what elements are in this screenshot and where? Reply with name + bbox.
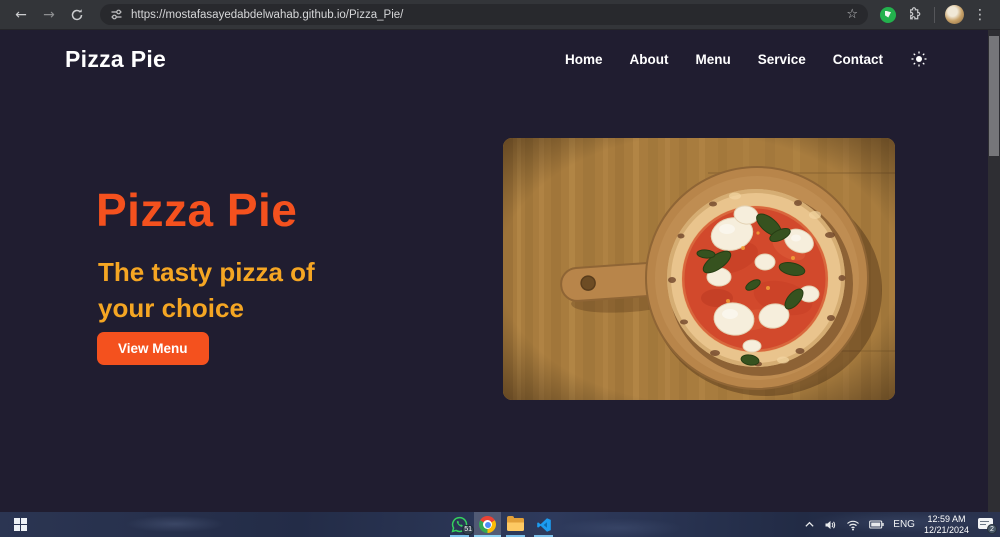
battery-button[interactable]: [869, 519, 884, 530]
site-header: Pizza Pie Home About Menu Service Contac…: [0, 30, 988, 88]
clock-date: 12/21/2024: [923, 524, 969, 535]
hero-title: Pizza Pie: [96, 184, 298, 236]
nav-item-home[interactable]: Home: [565, 52, 603, 67]
notification-badge: 2: [987, 523, 997, 534]
hero-pizza-image: [503, 138, 895, 400]
system-tray: ENG 12:59 AM 12/21/2024 2: [804, 512, 997, 537]
windows-taskbar: 51 ENG 12:59 AM 12/21/2024 2: [0, 512, 1000, 537]
pizza-illustration: [503, 138, 895, 400]
nav-item-menu[interactable]: Menu: [695, 52, 730, 67]
chevron-up-icon: [805, 521, 814, 527]
reload-icon: [71, 8, 83, 20]
main-nav: Home About Menu Service Contact: [565, 50, 928, 68]
volume-button[interactable]: [824, 519, 837, 531]
tray-expand-button[interactable]: [804, 519, 815, 530]
start-button[interactable]: [6, 512, 34, 537]
extension-icon[interactable]: [880, 6, 896, 23]
forward-icon: →: [43, 6, 55, 23]
taskbar-chrome[interactable]: [474, 512, 501, 537]
volume-icon: [825, 520, 836, 529]
forward-button[interactable]: →: [38, 4, 60, 26]
nav-item-contact[interactable]: Contact: [833, 52, 883, 67]
bookmark-star-icon[interactable]: ☆: [846, 7, 858, 22]
browser-menu-button[interactable]: ⋮: [970, 7, 990, 23]
site-logo[interactable]: Pizza Pie: [65, 46, 166, 73]
nav-item-service[interactable]: Service: [758, 52, 806, 67]
extensions-puzzle-button[interactable]: [902, 4, 924, 26]
taskbar-clock[interactable]: 12:59 AM 12/21/2024: [924, 514, 969, 535]
whatsapp-badge: 51: [462, 525, 474, 535]
taskbar-vscode[interactable]: [530, 512, 557, 537]
file-explorer-icon: [507, 516, 524, 531]
site-info-icon[interactable]: [110, 8, 123, 21]
theme-toggle-button[interactable]: [910, 50, 928, 68]
network-button[interactable]: [846, 519, 860, 531]
clock-time: 12:59 AM: [927, 514, 966, 524]
vscode-icon: [536, 517, 551, 532]
windows-logo-icon: [13, 518, 27, 531]
hero-subtitle: The tasty pizza of your choice: [98, 257, 315, 323]
sun-icon: [911, 51, 927, 67]
view-menu-button[interactable]: View Menu: [97, 332, 209, 365]
taskbar-file-explorer[interactable]: [502, 512, 529, 537]
screen: { "browser": { "url": "https://mostafasa…: [0, 0, 1000, 537]
url-text[interactable]: https://mostafasayedabdelwahab.github.io…: [131, 9, 838, 21]
url-bar[interactable]: https://mostafasayedabdelwahab.github.io…: [100, 4, 868, 25]
taskbar-whatsapp[interactable]: 51: [446, 512, 474, 537]
page-scrollbar[interactable]: [988, 30, 1000, 512]
browser-toolbar: ← → https://mostafasayedabdelwahab.githu…: [0, 0, 1000, 30]
scrollbar-thumb[interactable]: [989, 36, 999, 156]
action-center-button[interactable]: 2: [978, 517, 997, 534]
back-icon: ←: [15, 6, 27, 23]
extensions-puzzle-icon: [909, 7, 920, 20]
reload-button[interactable]: [66, 4, 88, 26]
chrome-icon: [479, 516, 496, 533]
profile-avatar[interactable]: [945, 5, 964, 24]
back-button[interactable]: ←: [10, 4, 32, 26]
language-indicator[interactable]: ENG: [893, 519, 915, 530]
wifi-icon: [847, 520, 860, 530]
nav-item-about[interactable]: About: [629, 52, 668, 67]
toolbar-divider: [934, 6, 935, 23]
battery-icon: [869, 520, 884, 529]
